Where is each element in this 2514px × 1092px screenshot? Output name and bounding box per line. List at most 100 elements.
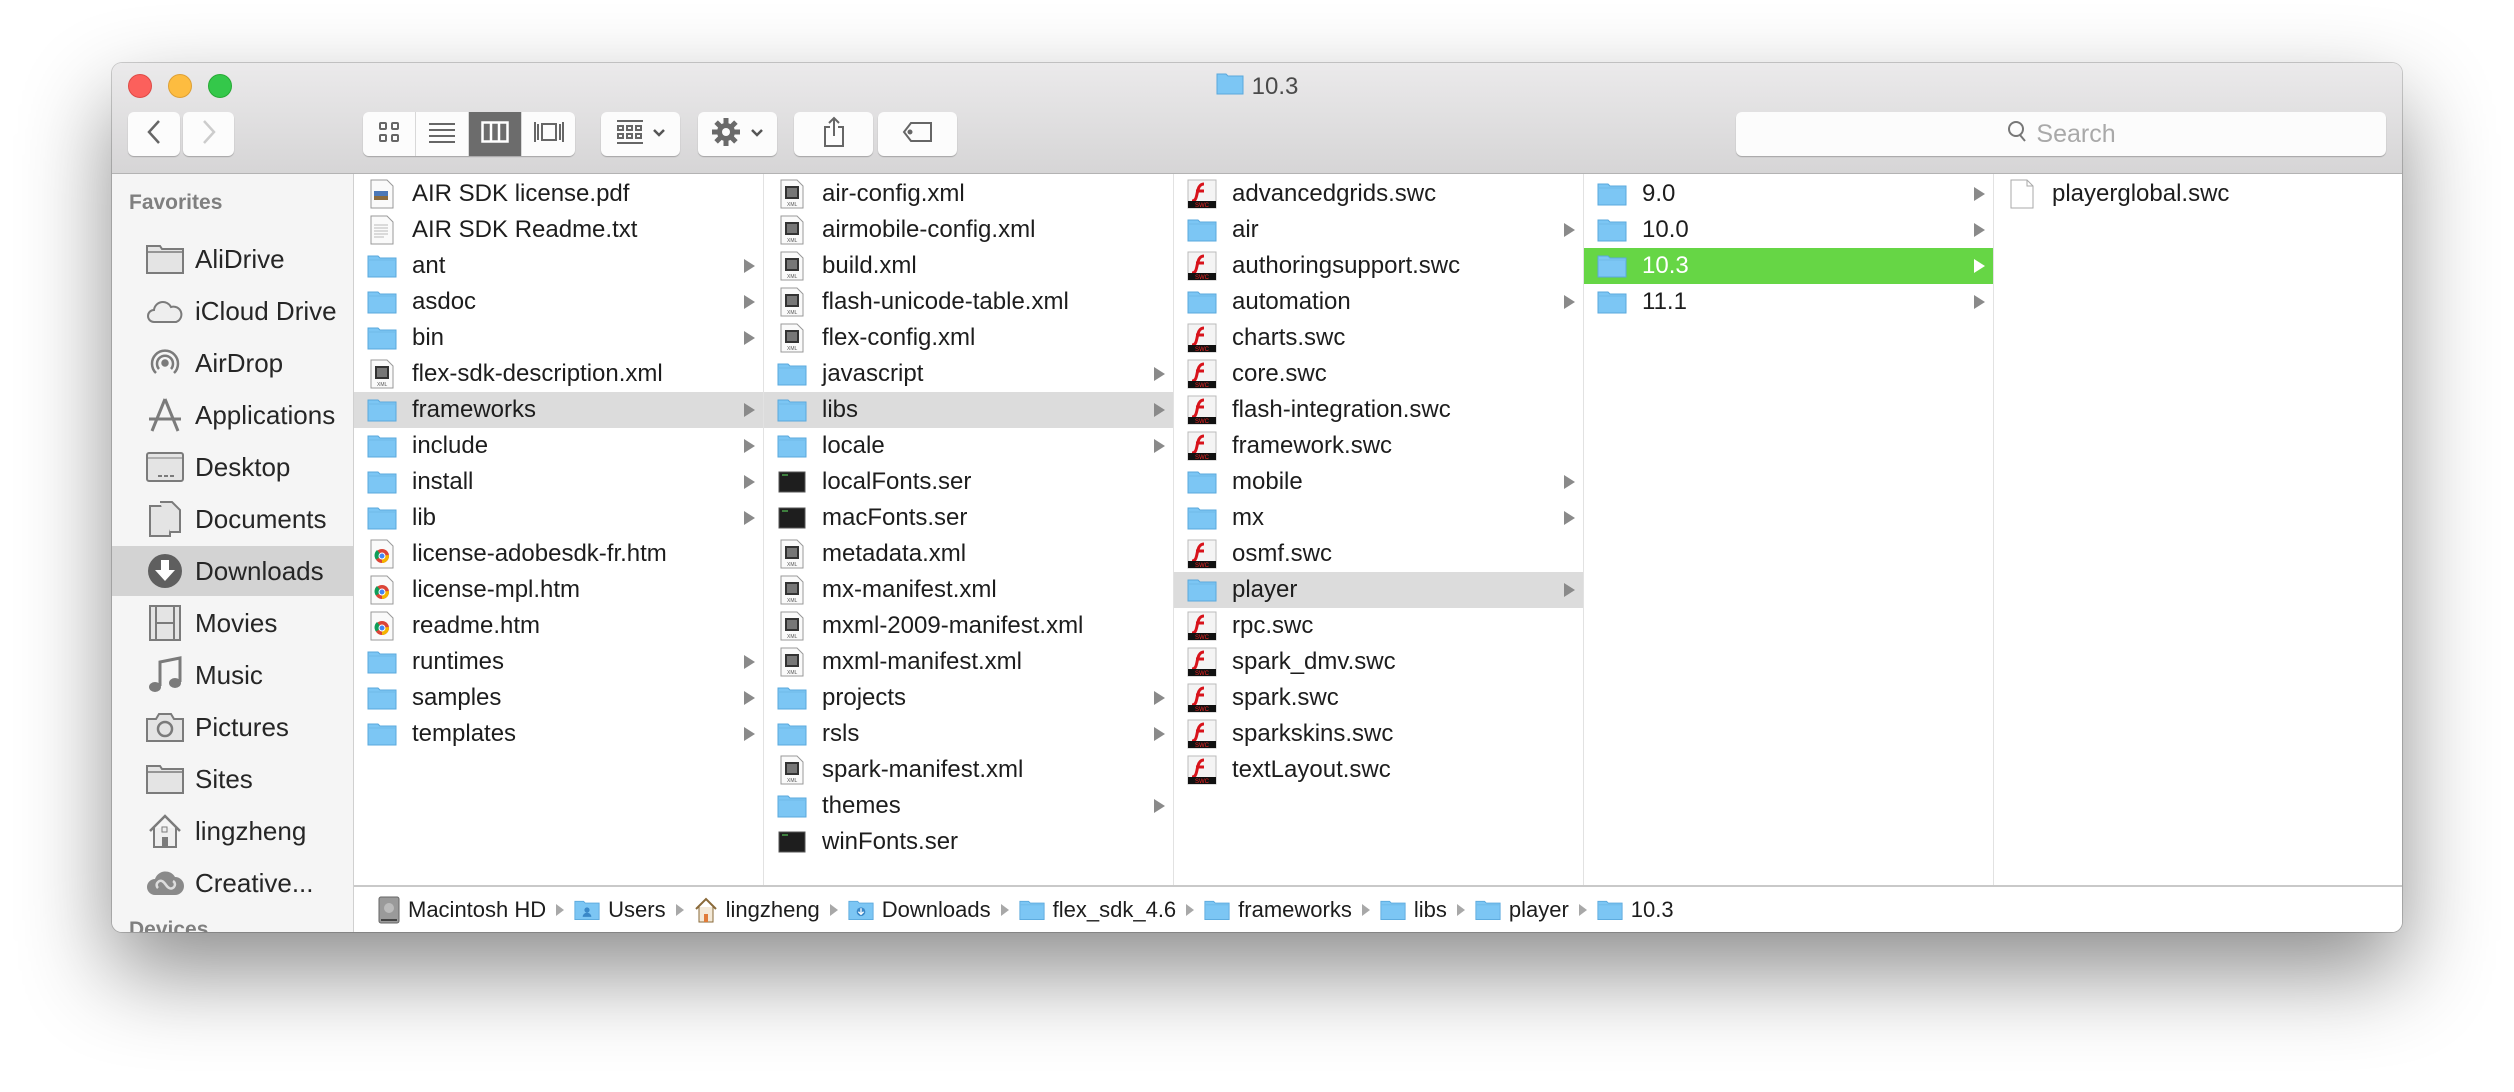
file-row[interactable]: XML spark-manifest.xml (764, 752, 1173, 788)
folder-row[interactable]: javascript (764, 356, 1173, 392)
forward-button[interactable] (183, 112, 234, 156)
file-row[interactable]: license-mpl.htm (354, 572, 763, 608)
browser-column-2[interactable]: XML air-config.xml XML airmobile-config.xml… (764, 174, 1174, 886)
folder-row[interactable]: install (354, 464, 763, 500)
folder-row[interactable]: frameworks (354, 392, 763, 428)
file-row[interactable]: readme.htm (354, 608, 763, 644)
folder-row[interactable]: lib (354, 500, 763, 536)
file-row[interactable]: AIR SDK license.pdf (354, 176, 763, 212)
path-crumb[interactable]: frameworks (1204, 897, 1352, 923)
arrange-button[interactable] (601, 112, 680, 156)
sidebar-item-icloud-drive[interactable]: iCloud Drive (112, 286, 353, 336)
sidebar-item-desktop[interactable]: Desktop (112, 442, 353, 492)
sidebar-item-airdrop[interactable]: AirDrop (112, 338, 353, 388)
folder-row[interactable]: rsls (764, 716, 1173, 752)
search-field[interactable]: Search (1736, 112, 2386, 156)
file-row[interactable]: localFonts.ser (764, 464, 1173, 500)
folder-row[interactable]: libs (764, 392, 1173, 428)
sidebar-item-label: Documents (195, 503, 327, 534)
share-button[interactable] (794, 112, 873, 156)
folder-row[interactable]: templates (354, 716, 763, 752)
path-crumb[interactable]: Users (574, 897, 666, 923)
browser-column-5[interactable]: playerglobal.swc (1994, 174, 2402, 886)
folder-row[interactable]: ant (354, 248, 763, 284)
path-crumb[interactable]: Macintosh HD (378, 896, 546, 924)
folder-row[interactable]: samples (354, 680, 763, 716)
path-crumb[interactable]: player (1475, 897, 1569, 923)
file-row[interactable]: XML mx-manifest.xml (764, 572, 1173, 608)
folder-row[interactable]: themes (764, 788, 1173, 824)
browser-column-1[interactable]: AIR SDK license.pdf AIR SDK Readme.txt ant… (354, 174, 764, 886)
file-row[interactable]: AIR SDK Readme.txt (354, 212, 763, 248)
file-row[interactable]: winFonts.ser (764, 824, 1173, 860)
search-placeholder: Search (2036, 119, 2116, 148)
action-button[interactable] (698, 112, 777, 156)
tags-button[interactable] (878, 112, 957, 156)
htm-file-icon (366, 575, 398, 605)
folder-row[interactable]: runtimes (354, 644, 763, 680)
file-row[interactable]: SWC charts.swc (1174, 320, 1583, 356)
item-name: templates (412, 720, 517, 747)
folder-row[interactable]: 10.3 (1584, 248, 1993, 284)
sidebar-item-documents[interactable]: Documents (112, 494, 353, 544)
folder-row[interactable]: bin (354, 320, 763, 356)
folder-row[interactable]: air (1174, 212, 1583, 248)
path-crumb[interactable]: flex_sdk_4.6 (1019, 897, 1176, 923)
file-row[interactable]: XML metadata.xml (764, 536, 1173, 572)
folder-row[interactable]: asdoc (354, 284, 763, 320)
sidebar-item-music[interactable]: Music (112, 650, 353, 700)
file-row[interactable]: license-adobesdk-fr.htm (354, 536, 763, 572)
path-crumb[interactable]: lingzheng (694, 897, 820, 923)
browser-column-3[interactable]: SWC advancedgrids.swc air SWC authoringsuppo… (1174, 174, 1584, 886)
folder-row[interactable]: player (1174, 572, 1583, 608)
file-row[interactable]: SWC rpc.swc (1174, 608, 1583, 644)
file-row[interactable]: XML flash-unicode-table.xml (764, 284, 1173, 320)
file-row[interactable]: playerglobal.swc (1994, 176, 2402, 212)
folder-row[interactable]: include (354, 428, 763, 464)
path-crumb[interactable]: libs (1380, 897, 1447, 923)
folder-row[interactable]: 10.0 (1584, 212, 1993, 248)
file-row[interactable]: XML mxml-manifest.xml (764, 644, 1173, 680)
folder-row[interactable]: mobile (1174, 464, 1583, 500)
file-row[interactable]: SWC spark.swc (1174, 680, 1583, 716)
browser-column-4[interactable]: 9.0 10.0 10.3 11.1 (1584, 174, 1994, 886)
sidebar-item-alidrive[interactable]: AliDrive (112, 234, 353, 284)
path-crumb[interactable]: Downloads (848, 897, 991, 923)
file-row[interactable]: SWC sparkskins.swc (1174, 716, 1583, 752)
file-row[interactable]: macFonts.ser (764, 500, 1173, 536)
folder-row[interactable]: locale (764, 428, 1173, 464)
list-view-button[interactable] (416, 112, 469, 156)
sidebar-item-pictures[interactable]: Pictures (112, 702, 353, 752)
folder-row[interactable]: 9.0 (1584, 176, 1993, 212)
file-row[interactable]: SWC osmf.swc (1174, 536, 1583, 572)
file-row[interactable]: XML airmobile-config.xml (764, 212, 1173, 248)
file-row[interactable]: SWC core.swc (1174, 356, 1583, 392)
folder-row[interactable]: mx (1174, 500, 1583, 536)
sidebar-item-creative[interactable]: Creative... (112, 858, 353, 908)
file-row[interactable]: SWC textLayout.swc (1174, 752, 1583, 788)
file-row[interactable]: XML mxml-2009-manifest.xml (764, 608, 1173, 644)
file-row[interactable]: XML flex-sdk-description.xml (354, 356, 763, 392)
folder-row[interactable]: automation (1174, 284, 1583, 320)
file-row[interactable]: SWC advancedgrids.swc (1174, 176, 1583, 212)
coverflow-view-button[interactable] (522, 112, 575, 156)
file-row[interactable]: SWC flash-integration.swc (1174, 392, 1583, 428)
folder-row[interactable]: projects (764, 680, 1173, 716)
sidebar-item-lingzheng[interactable]: lingzheng (112, 806, 353, 856)
sidebar-item-applications[interactable]: Applications (112, 390, 353, 440)
file-row[interactable]: XML flex-config.xml (764, 320, 1173, 356)
sidebar-item-downloads[interactable]: Downloads (112, 546, 353, 596)
file-row[interactable]: SWC spark_dmv.swc (1174, 644, 1583, 680)
file-row[interactable]: SWC authoringsupport.swc (1174, 248, 1583, 284)
column-view-button[interactable] (469, 112, 522, 156)
folder-row[interactable]: 11.1 (1584, 284, 1993, 320)
home-icon (145, 811, 185, 851)
path-crumb[interactable]: 10.3 (1597, 897, 1674, 923)
file-row[interactable]: XML air-config.xml (764, 176, 1173, 212)
file-row[interactable]: SWC framework.swc (1174, 428, 1583, 464)
sidebar-item-movies[interactable]: Movies (112, 598, 353, 648)
sidebar-item-sites[interactable]: Sites (112, 754, 353, 804)
icon-view-button[interactable] (363, 112, 416, 156)
file-row[interactable]: XML build.xml (764, 248, 1173, 284)
back-button[interactable] (128, 112, 180, 156)
